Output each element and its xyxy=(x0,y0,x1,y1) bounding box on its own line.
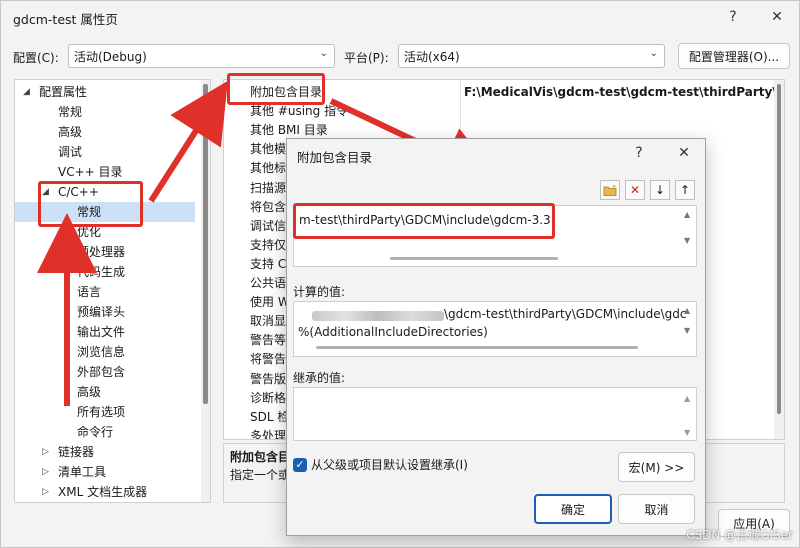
scroll-down-icon[interactable]: ▼ xyxy=(684,326,690,335)
include-dirs-dialog: 附加包含目录 ? ✕ ✕ ↓ ↑ m-test\thirdParty\GDCM\… xyxy=(286,138,706,536)
move-up-icon[interactable]: ↑ xyxy=(675,180,695,200)
move-down-icon[interactable]: ↓ xyxy=(650,180,670,200)
inherited-label: 继承的值: xyxy=(293,371,346,385)
dialog-help-button[interactable]: ? xyxy=(625,141,653,165)
cancel-button[interactable]: 取消 xyxy=(618,494,695,524)
inherit-checkbox-label: 从父级或项目默认设置继承(I) xyxy=(311,458,468,472)
computed-line-2: %(AdditionalIncludeDirectories) xyxy=(298,325,488,339)
scroll-down-icon[interactable]: ▼ xyxy=(684,428,690,437)
inherited-box: ▲ ▼ xyxy=(293,387,697,441)
scroll-up-icon[interactable]: ▲ xyxy=(684,306,690,315)
dialog-close-button[interactable]: ✕ xyxy=(670,141,698,165)
highlight-entry xyxy=(293,203,555,239)
checkmark-icon: ✓ xyxy=(293,457,307,472)
inherit-checkbox[interactable]: ✓ 从父级或项目默认设置继承(I) xyxy=(293,456,468,473)
redacted-path xyxy=(312,311,444,321)
computed-hscroll[interactable] xyxy=(316,346,638,349)
new-folder-icon[interactable] xyxy=(600,180,620,200)
scroll-up-icon[interactable]: ▲ xyxy=(684,210,690,219)
dialog-title: 附加包含目录 xyxy=(297,150,373,165)
scroll-down-icon[interactable]: ▼ xyxy=(684,236,690,245)
property-pages-window: gdcm-test 属性页 ? ✕ 配置(C): 活动(Debug) ⌄ 平台(… xyxy=(0,0,800,548)
delete-icon[interactable]: ✕ xyxy=(625,180,645,200)
entry-hscroll[interactable] xyxy=(390,257,558,260)
arrow-to-grid xyxy=(148,80,228,203)
watermark: CSDN @古城GISer xyxy=(686,528,793,542)
computed-label: 计算的值: xyxy=(293,285,346,299)
computed-box: \gdcm-test\thirdParty\GDCM\include\gdc %… xyxy=(293,301,697,357)
computed-line-1: \gdcm-test\thirdParty\GDCM\include\gdc xyxy=(444,307,687,321)
macro-button[interactable]: 宏(M) >> xyxy=(618,452,695,482)
ok-button[interactable]: 确定 xyxy=(534,494,612,524)
scroll-up-icon[interactable]: ▲ xyxy=(684,394,690,403)
